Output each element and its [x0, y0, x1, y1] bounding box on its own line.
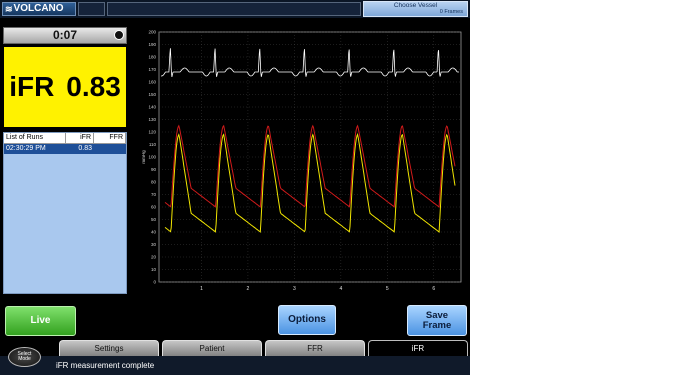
y-tick-label: 20: [151, 255, 157, 260]
save-frame-label-2: Frame: [422, 319, 452, 331]
y-tick-label: 100: [148, 155, 156, 160]
y-tick-label: 80: [151, 180, 157, 185]
measurement-timer: 0:07: [3, 27, 127, 44]
y-tick-label: 70: [151, 192, 157, 197]
tab-ifr[interactable]: iFR: [368, 340, 468, 357]
frames-count: 0 Frames: [439, 8, 463, 15]
x-tick-label: 1: [200, 286, 203, 292]
logo-text: VOLCANO: [13, 3, 64, 14]
ifr-screen: ≋ VOLCANO Choose Vessel 0 Frames 0:07 iF…: [0, 0, 470, 375]
run-time: 02:30:29 PM: [6, 145, 46, 152]
tab-patient[interactable]: Patient: [162, 340, 262, 357]
timer-value: 0:07: [52, 28, 78, 42]
y-tick-label: 50: [151, 217, 157, 222]
y-tick-label: 120: [148, 130, 156, 135]
runs-header-ffr: FFR: [94, 133, 126, 143]
y-tick-label: 60: [151, 205, 157, 210]
status-message: iFR measurement complete: [56, 361, 155, 370]
y-tick-label: 110: [149, 142, 157, 147]
record-indicator-icon: [114, 30, 124, 40]
x-tick-label: 2: [247, 286, 250, 292]
y-tick-label: 130: [148, 117, 156, 122]
choose-vessel-button[interactable]: Choose Vessel 0 Frames: [363, 1, 468, 17]
tab-ffr[interactable]: FFR: [265, 340, 365, 357]
y-tick-label: 150: [148, 92, 156, 97]
save-frame-button[interactable]: Save Frame: [407, 305, 467, 336]
y-tick-label: 200: [148, 30, 156, 35]
pressure-chart: 200 190 180 170 160 150 140 130 120 110 100 90 80 70 6…: [133, 26, 466, 294]
select-mode-label: Select Mode: [18, 351, 32, 363]
logo-icon: ≋: [5, 4, 12, 14]
topbar-field-1: [78, 2, 105, 16]
pressure-chart-svg: 2001901801701601501401301201101009080706…: [141, 30, 462, 292]
options-button[interactable]: Options: [278, 305, 336, 335]
ifr-result-display: iFR 0.83: [3, 46, 127, 128]
y-tick-label: 170: [148, 67, 156, 72]
x-tick-label: 6: [432, 286, 435, 292]
run-ffr: [94, 144, 126, 154]
y-tick-label: 30: [151, 242, 157, 247]
run-ifr: 0.83: [78, 145, 92, 152]
y-axis-label: mmHg: [141, 150, 146, 164]
y-tick-label: 90: [151, 167, 157, 172]
y-tick-label: 10: [151, 267, 157, 272]
top-bar: ≋ VOLCANO Choose Vessel 0 Frames: [0, 0, 470, 18]
y-tick-label: 180: [148, 55, 156, 60]
runs-header-name: List of Runs: [4, 133, 66, 143]
save-frame-label-1: Save: [425, 309, 449, 321]
ifr-label: iFR: [9, 71, 55, 102]
x-tick-label: 5: [386, 286, 389, 292]
volcano-logo: ≋ VOLCANO: [2, 2, 76, 16]
y-tick-label: 140: [148, 105, 156, 110]
select-mode-line2: Mode: [18, 356, 31, 362]
y-tick-label: 40: [151, 230, 157, 235]
topbar-field-2: [107, 2, 361, 16]
y-tick-label: 160: [148, 80, 156, 85]
list-of-runs: List of Runs iFR FFR 02:30:29 PM 0.83: [3, 132, 127, 294]
run-row[interactable]: 02:30:29 PM 0.83: [4, 144, 126, 154]
live-button[interactable]: Live: [5, 306, 76, 336]
y-tick-label: 0: [153, 280, 156, 285]
select-mode-button[interactable]: Select Mode: [8, 347, 41, 367]
tab-settings[interactable]: Settings: [59, 340, 159, 357]
runs-header: List of Runs iFR FFR: [4, 133, 126, 144]
runs-header-ifr: iFR: [66, 133, 94, 143]
ifr-value: 0.83: [66, 71, 121, 102]
x-tick-label: 4: [339, 286, 342, 292]
y-tick-label: 190: [148, 42, 156, 47]
x-tick-label: 3: [293, 286, 296, 292]
